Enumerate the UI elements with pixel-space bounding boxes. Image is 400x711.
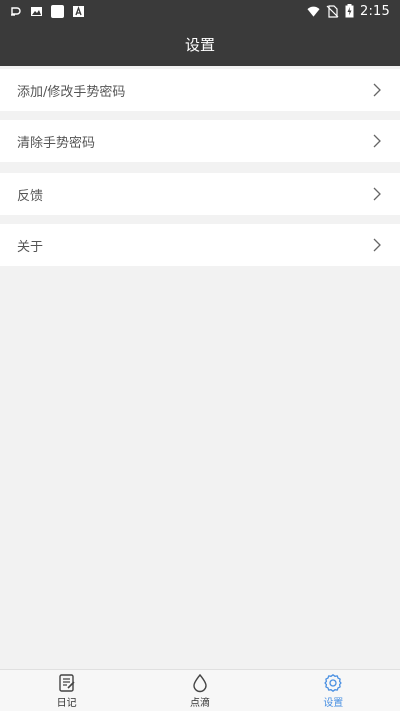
status-time: 2:15 bbox=[360, 3, 390, 19]
font-icon bbox=[73, 5, 84, 17]
settings-item-about[interactable]: 关于 bbox=[0, 224, 400, 266]
settings-list: 添加/修改手势密码 清除手势密码 反馈 关于 bbox=[0, 69, 400, 266]
status-right-icons: 2:15 bbox=[307, 4, 400, 19]
page-title: 设置 bbox=[184, 35, 215, 54]
square-icon bbox=[51, 4, 64, 18]
tab-moments[interactable]: 点滴 bbox=[133, 670, 266, 711]
settings-item-clear-gesture[interactable]: 清除手势密码 bbox=[0, 120, 400, 162]
settings-item-label: 反馈 bbox=[17, 188, 44, 204]
gear-icon bbox=[324, 673, 342, 692]
status-bar: 2:15 bbox=[0, 0, 400, 22]
notification-icon bbox=[11, 6, 21, 16]
bottom-tab-bar: 日记 点滴 设置 bbox=[0, 669, 400, 711]
divider bbox=[0, 111, 400, 120]
tab-diary[interactable]: 日记 bbox=[0, 670, 133, 711]
wifi-icon bbox=[307, 6, 320, 17]
chevron-right-icon bbox=[373, 238, 381, 252]
app-header: 设置 bbox=[0, 22, 400, 66]
divider bbox=[0, 162, 400, 173]
settings-item-feedback[interactable]: 反馈 bbox=[0, 173, 400, 215]
chevron-right-icon bbox=[373, 134, 381, 148]
divider bbox=[0, 215, 400, 224]
battery-charging-icon bbox=[345, 4, 354, 18]
image-icon bbox=[31, 6, 42, 16]
tab-settings[interactable]: 设置 bbox=[267, 670, 400, 711]
drop-icon bbox=[193, 673, 207, 692]
settings-item-label: 清除手势密码 bbox=[17, 135, 96, 151]
no-sim-icon bbox=[326, 4, 339, 18]
status-left-icons bbox=[0, 4, 85, 18]
chevron-right-icon bbox=[373, 187, 381, 201]
tab-label: 点滴 bbox=[189, 697, 210, 709]
tab-label: 日记 bbox=[56, 697, 77, 709]
settings-item-label: 关于 bbox=[17, 239, 44, 255]
diary-icon bbox=[58, 673, 75, 692]
chevron-right-icon bbox=[373, 83, 381, 97]
tab-label: 设置 bbox=[323, 697, 344, 709]
settings-item-label: 添加/修改手势密码 bbox=[17, 84, 126, 100]
settings-item-gesture-password[interactable]: 添加/修改手势密码 bbox=[0, 69, 400, 111]
